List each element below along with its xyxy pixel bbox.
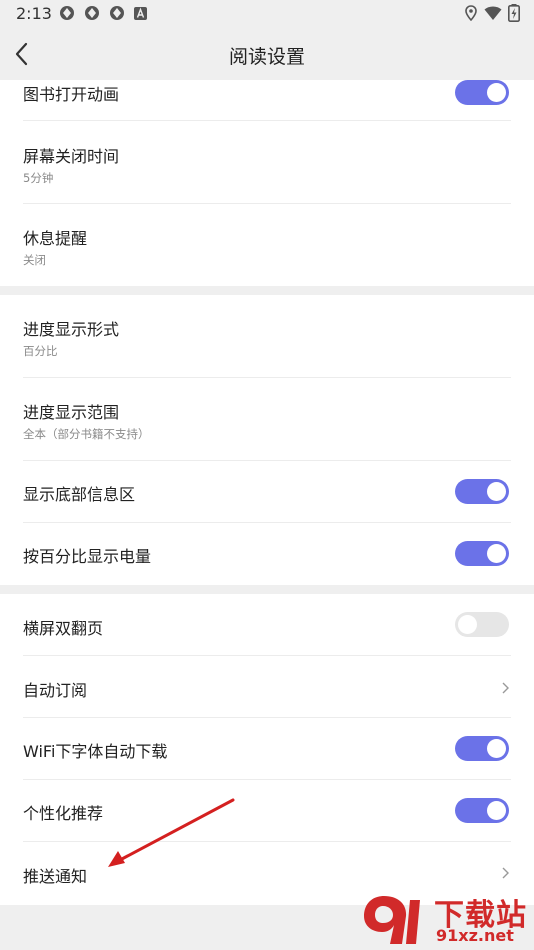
status-bar: 2:13 <box>0 0 534 28</box>
app-notification-icon <box>85 6 99 20</box>
setting-row-screen-off-time[interactable]: 屏幕关闭时间 5分钟 <box>0 121 534 203</box>
app-notification-icon <box>60 6 74 20</box>
battery-icon <box>508 4 520 22</box>
setting-value: 全本（部分书籍不支持） <box>23 427 150 441</box>
chevron-right-icon <box>502 867 509 879</box>
setting-row-progress-format[interactable]: 进度显示形式 百分比 <box>0 295 534 377</box>
app-notification-icon <box>110 6 124 20</box>
app-a-icon <box>134 7 147 20</box>
setting-label: 横屏双翻页 <box>23 619 104 638</box>
page-title: 阅读设置 <box>228 46 305 68</box>
show-bottom-info-toggle[interactable] <box>455 479 509 504</box>
personalized-recommend-toggle[interactable] <box>455 798 509 823</box>
setting-row-wifi-font-download[interactable]: WiFi下字体自动下载 <box>0 718 534 779</box>
setting-row-personalized-recommend[interactable]: 个性化推荐 <box>0 780 534 841</box>
settings-group-display: 图书打开动画 屏幕关闭时间 5分钟 休息提醒 关闭 <box>0 80 534 286</box>
setting-label: 图书打开动画 <box>23 85 120 104</box>
watermark: 下载站 91xz.net <box>360 888 534 950</box>
setting-value: 关闭 <box>23 253 46 267</box>
setting-row-show-bottom-info[interactable]: 显示底部信息区 <box>0 461 534 522</box>
setting-value: 5分钟 <box>23 171 54 185</box>
watermark-url: 91xz.net <box>436 926 514 945</box>
wifi-font-download-toggle[interactable] <box>455 736 509 761</box>
setting-label: 进度显示范围 <box>23 403 120 422</box>
setting-label: 推送通知 <box>23 867 88 886</box>
chevron-right-icon <box>502 682 509 694</box>
setting-row-rest-reminder[interactable]: 休息提醒 关闭 <box>0 204 534 286</box>
setting-value: 百分比 <box>23 344 58 358</box>
setting-label: 休息提醒 <box>23 229 88 248</box>
settings-group-progress: 进度显示形式 百分比 进度显示范围 全本（部分书籍不支持） 显示底部信息区 按百… <box>0 295 534 585</box>
watermark-logo-icon <box>364 896 420 944</box>
setting-row-battery-percent[interactable]: 按百分比显示电量 <box>0 523 534 585</box>
setting-label: 显示底部信息区 <box>23 485 136 504</box>
setting-row-progress-range[interactable]: 进度显示范围 全本（部分书籍不支持） <box>0 378 534 460</box>
status-time: 2:13 <box>16 4 52 23</box>
setting-label: 个性化推荐 <box>23 804 104 823</box>
battery-percent-toggle[interactable] <box>455 541 509 566</box>
settings-group-other: 横屏双翻页 自动订阅 WiFi下字体自动下载 个性化推荐 推送通知 <box>0 594 534 905</box>
location-icon <box>465 5 477 21</box>
setting-label: 按百分比显示电量 <box>23 547 152 566</box>
setting-row-book-open-animation[interactable]: 图书打开动画 <box>0 80 534 120</box>
setting-label: WiFi下字体自动下载 <box>23 742 168 761</box>
book-open-animation-toggle[interactable] <box>455 80 509 105</box>
wifi-icon <box>484 6 502 20</box>
app-bar: 阅读设置 <box>0 28 534 80</box>
setting-row-landscape-double-page[interactable]: 横屏双翻页 <box>0 594 534 655</box>
setting-label: 屏幕关闭时间 <box>23 147 120 166</box>
setting-label: 自动订阅 <box>23 681 88 700</box>
setting-label: 进度显示形式 <box>23 320 120 339</box>
landscape-double-page-toggle[interactable] <box>455 612 509 637</box>
setting-row-auto-subscribe[interactable]: 自动订阅 <box>0 656 534 717</box>
